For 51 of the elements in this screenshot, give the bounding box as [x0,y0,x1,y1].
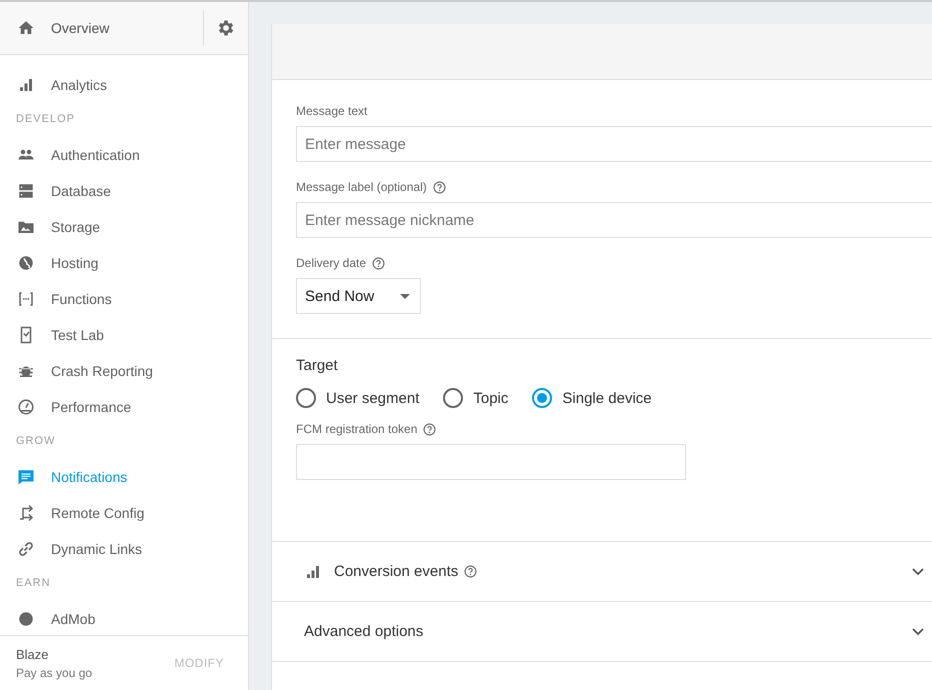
expander-row[interactable]: Advanced options [272,602,932,662]
globe-icon [17,254,35,272]
overview-link[interactable]: Overview [0,19,203,37]
nav-item[interactable]: Remote Config [0,495,248,531]
circle-icon [17,610,35,628]
message-field[interactable]: Enter message [296,126,932,162]
plan-name: Blaze [16,646,50,662]
help-icon[interactable] [464,565,478,578]
nav-item[interactable]: Functions [0,281,248,317]
nav-item[interactable]: Authentication [0,137,248,173]
field-label: Message text [296,104,368,118]
chevron-down-icon [912,568,924,576]
expander-title: Conversion events [334,563,458,580]
database-icon [17,182,35,200]
nav-item[interactable]: Crash Reporting [0,353,248,389]
radio-option[interactable]: Topic [443,388,508,408]
nav-item[interactable]: AdMob [0,601,248,635]
nav-item[interactable]: Hosting [0,245,248,281]
home-icon [17,19,35,37]
gauge-icon [17,398,35,416]
field-label: Message label (optional) [296,180,427,194]
plan-description: Pay as you go [16,666,92,680]
section-title: Target [296,357,339,374]
nav-item[interactable]: Dynamic Links [0,531,248,567]
section-heading: DEVELOP [15,112,76,127]
link-icon [17,540,35,558]
nav-item[interactable]: Performance [0,389,248,425]
expander-title: Advanced options [304,623,424,640]
nav-item[interactable]: Database [0,173,248,209]
radio-option[interactable]: User segment [296,388,420,408]
nav-item[interactable]: Test Lab [0,317,248,353]
bars-icon [17,76,35,94]
help-icon[interactable] [432,180,446,194]
token-field[interactable] [296,444,686,480]
nickname-field[interactable]: Enter message nickname [296,202,932,238]
chevron-down-icon [912,628,924,636]
delivery-dropdown[interactable]: Send Now [296,278,422,314]
section-heading: GROW [15,434,56,449]
section-heading: EARN [15,576,52,591]
functions-icon [17,290,35,308]
caret-icon [400,294,410,298]
chat-icon [17,468,35,486]
radio-option[interactable]: Single device [532,388,652,408]
help-icon[interactable] [423,422,436,436]
nav-item[interactable]: Analytics [0,67,248,103]
help-icon[interactable] [372,256,386,270]
nav-item[interactable]: Storage [0,209,248,245]
remote-icon [17,504,35,522]
expander-row[interactable]: Conversion events [272,542,932,602]
field-label: Delivery date [296,256,366,270]
field-label: FCM registration token [296,422,418,436]
